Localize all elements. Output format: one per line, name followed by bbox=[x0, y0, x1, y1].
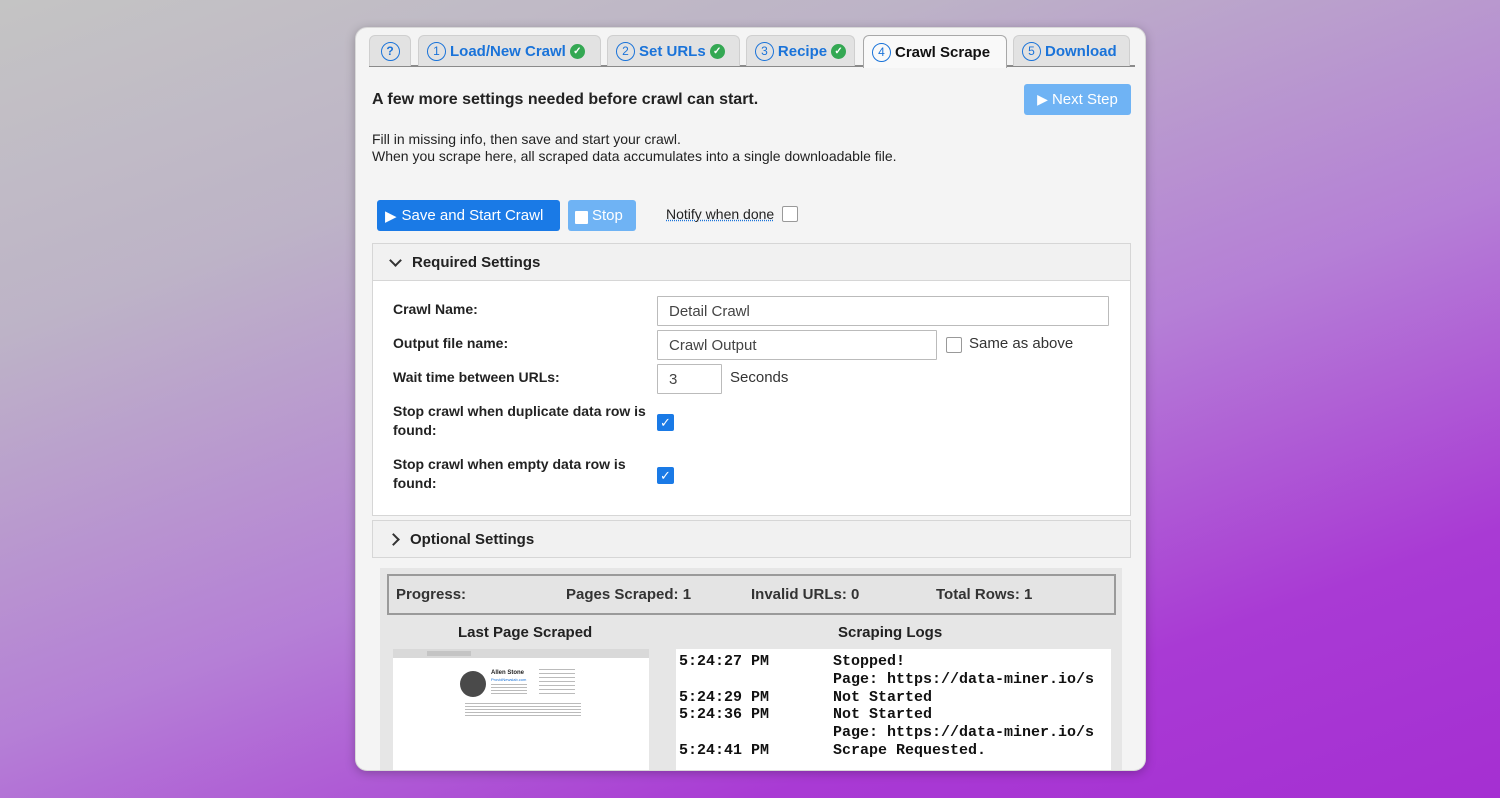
wait-time-label: Wait time between URLs: bbox=[393, 369, 560, 385]
profile-bio-lines bbox=[465, 703, 581, 717]
last-page-title: Last Page Scraped bbox=[458, 624, 593, 641]
scraping-logs: 5:24:27 PM Stopped! Page: https://data-m… bbox=[676, 649, 1111, 770]
log-time: 5:24:41 PM bbox=[679, 741, 770, 759]
profile-subtitle: ProvidNewslab.com bbox=[491, 677, 527, 682]
same-as-above-label: Same as above bbox=[969, 335, 1074, 352]
log-message: Scrape Requested. bbox=[833, 741, 987, 759]
chevron-down-icon bbox=[389, 253, 402, 267]
description: Fill in missing info, then save and star… bbox=[372, 131, 897, 165]
profile-contact-lines bbox=[539, 669, 575, 695]
log-row: Page: https://data-miner.io/s bbox=[679, 671, 1111, 689]
tab-set-urls[interactable]: 2 Set URLs ✓ bbox=[607, 35, 740, 66]
check-icon: ✓ bbox=[831, 43, 846, 59]
log-message: Page: https://data-miner.io/s bbox=[833, 724, 1095, 742]
notify-checkbox[interactable] bbox=[782, 206, 799, 222]
avatar bbox=[460, 671, 486, 697]
profile-detail-lines bbox=[491, 684, 527, 694]
description-line: Fill in missing info, then save and star… bbox=[372, 131, 681, 147]
help-circle-icon: ? bbox=[380, 41, 400, 61]
required-settings-body: Crawl Name: Output file name: Same as ab… bbox=[372, 281, 1131, 516]
tab-crawl-scrape[interactable]: 4 Crawl Scrape bbox=[863, 35, 1007, 68]
stop-duplicate-label: Stop crawl when duplicate data row is fo… bbox=[393, 403, 646, 438]
tab-recipe[interactable]: 3 Recipe ✓ bbox=[746, 35, 855, 66]
notify-label: Notify when done bbox=[666, 206, 775, 222]
stop-button[interactable]: Stop bbox=[568, 200, 636, 231]
tab-load-new-crawl[interactable]: 1 Load/New Crawl ✓ bbox=[418, 35, 601, 66]
log-row: 5:24:29 PM Not Started bbox=[679, 689, 1111, 707]
step-number: 5 bbox=[1022, 41, 1041, 61]
log-row: 5:24:27 PM Stopped! bbox=[679, 653, 1111, 671]
required-settings-title: Required Settings bbox=[412, 253, 541, 271]
start-label: Save and Start Crawl bbox=[401, 207, 544, 224]
play-icon: ▶ bbox=[385, 207, 397, 225]
tab-label: Crawl Scrape bbox=[895, 43, 991, 61]
last-page-thumbnail: Allen Stone ProvidNewslab.com bbox=[393, 649, 649, 770]
progress-label: Progress: bbox=[396, 586, 467, 603]
tab-label: Load/New Crawl bbox=[450, 42, 566, 60]
stop-icon bbox=[575, 210, 588, 224]
optional-settings-title: Optional Settings bbox=[410, 530, 535, 548]
log-message: Page: https://data-miner.io/s bbox=[833, 670, 1095, 688]
output-file-name-input[interactable] bbox=[657, 330, 937, 360]
crawl-name-label: Crawl Name: bbox=[393, 301, 478, 317]
notify-when-done: Notify when done bbox=[666, 206, 799, 222]
step-number: 4 bbox=[872, 42, 891, 62]
next-step-label: Next Step bbox=[1051, 91, 1118, 108]
wait-time-input[interactable] bbox=[657, 364, 722, 394]
log-message: Not Started bbox=[833, 688, 933, 706]
log-row: 5:24:36 PM Not Started bbox=[679, 706, 1111, 724]
description-line: When you scrape here, all scraped data a… bbox=[372, 148, 897, 164]
log-time bbox=[679, 671, 833, 689]
tab-download[interactable]: 5 Download bbox=[1013, 35, 1130, 66]
step-number: 3 bbox=[755, 41, 774, 61]
check-icon: ✓ bbox=[709, 43, 725, 59]
progress-bar: Progress: Pages Scraped: 1 Invalid URLs:… bbox=[387, 574, 1116, 615]
pages-scraped: Pages Scraped: 1 bbox=[566, 586, 692, 603]
wait-unit-label: Seconds bbox=[730, 369, 789, 386]
chevron-right-icon bbox=[387, 532, 400, 546]
tab-label: Recipe bbox=[777, 42, 828, 60]
same-as-above-checkbox[interactable] bbox=[946, 337, 962, 353]
page-heading: A few more settings needed before crawl … bbox=[372, 91, 759, 108]
stop-empty-label: Stop crawl when empty data row is found: bbox=[393, 456, 626, 491]
required-settings-header[interactable]: Required Settings bbox=[372, 243, 1131, 281]
tab-label: Download bbox=[1045, 42, 1117, 60]
tab-help[interactable]: ? bbox=[369, 35, 411, 66]
step-number: 1 bbox=[427, 41, 446, 61]
stop-duplicate-checkbox[interactable]: ✓ bbox=[657, 414, 674, 431]
log-row: 5:24:41 PM Scrape Requested. bbox=[679, 742, 1111, 760]
stop-label: Stop bbox=[592, 207, 623, 224]
step-tabs: ? 1 Load/New Crawl ✓ 2 Set URLs ✓ 3 Reci… bbox=[369, 35, 1135, 68]
log-row: Page: https://data-miner.io/s bbox=[679, 724, 1111, 742]
step-number: 2 bbox=[616, 41, 635, 61]
check-icon: ✓ bbox=[569, 43, 585, 59]
log-time: 5:24:29 PM bbox=[679, 688, 770, 706]
log-time: 5:24:27 PM bbox=[679, 653, 770, 670]
log-message: Not Started bbox=[833, 706, 933, 724]
output-file-name-label: Output file name: bbox=[393, 335, 509, 351]
invalid-urls: Invalid URLs: 0 bbox=[751, 586, 860, 603]
log-time: 5:24:36 PM bbox=[679, 706, 770, 724]
profile-name: Allen Stone bbox=[491, 670, 525, 676]
total-rows: Total Rows: 1 bbox=[936, 586, 1033, 603]
next-step-button[interactable]: ▶ Next Step bbox=[1024, 84, 1131, 115]
crawl-name-input[interactable] bbox=[657, 296, 1109, 326]
optional-settings-header[interactable]: Optional Settings bbox=[372, 520, 1131, 558]
progress-area: Progress: Pages Scraped: 1 Invalid URLs:… bbox=[380, 568, 1122, 770]
thumbnail-toolbar-tab bbox=[427, 651, 471, 656]
data-miner-window: ? 1 Load/New Crawl ✓ 2 Set URLs ✓ 3 Reci… bbox=[355, 27, 1146, 771]
save-and-start-crawl-button[interactable]: ▶ Save and Start Crawl bbox=[377, 200, 560, 231]
tab-label: Set URLs bbox=[639, 42, 706, 60]
log-time bbox=[679, 724, 833, 742]
play-icon: ▶ bbox=[1037, 91, 1048, 107]
stop-empty-checkbox[interactable]: ✓ bbox=[657, 467, 674, 484]
log-message: Stopped! bbox=[833, 653, 906, 670]
scraping-logs-title: Scraping Logs bbox=[838, 624, 943, 641]
